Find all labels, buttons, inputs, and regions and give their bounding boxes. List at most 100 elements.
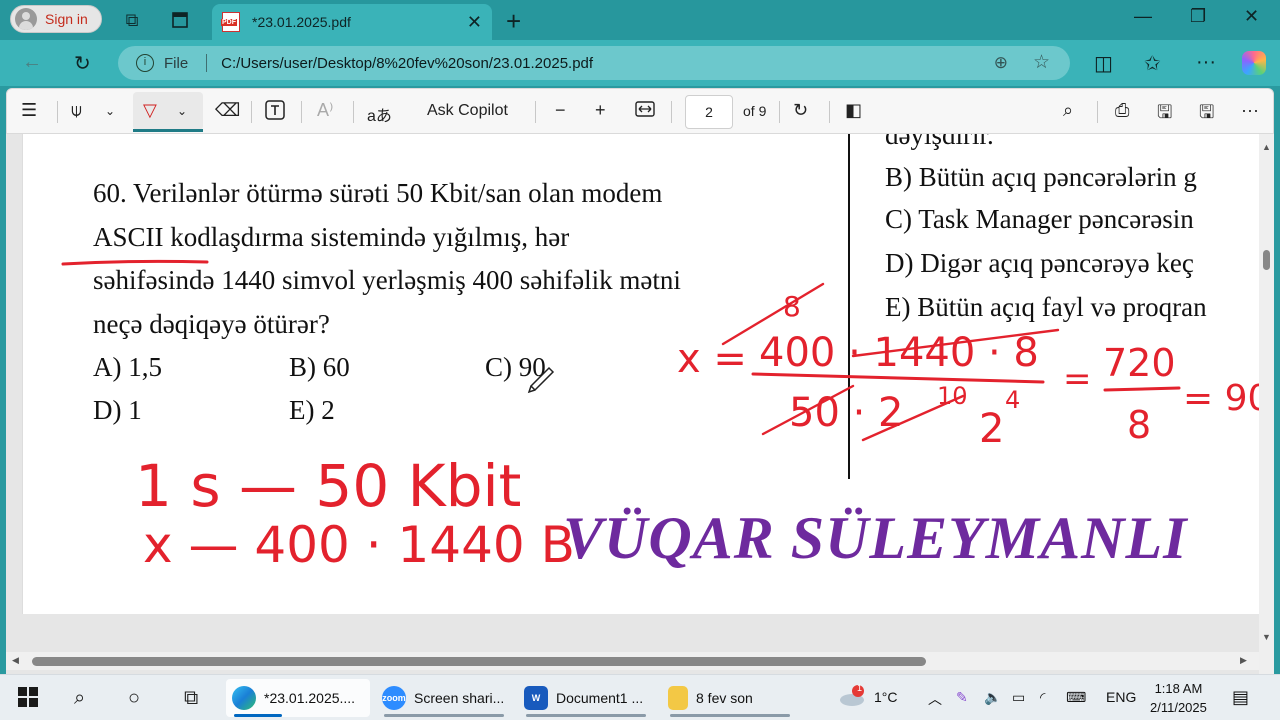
more-pdf-options-icon[interactable]: ···: [1241, 100, 1259, 121]
start-windows-icon[interactable]: [18, 687, 38, 713]
folder-icon: [668, 686, 688, 710]
url-text[interactable]: C:/Users/user/Desktop/8%20fev%20son/23.0…: [221, 55, 593, 72]
edge-icon: [232, 686, 256, 710]
taskbar-app-edge[interactable]: *23.01.2025....: [226, 679, 370, 717]
pdf-viewer[interactable]: 60. Verilənlər ötürmə sürəti 50 Kbit/san…: [6, 134, 1274, 674]
minimize-button[interactable]: —: [1134, 6, 1152, 27]
scroll-up-icon[interactable]: ▲: [1262, 142, 1271, 152]
split-screen-icon[interactable]: ◫: [1094, 51, 1113, 76]
battery-icon[interactable]: ▭: [1012, 689, 1025, 706]
volume-icon[interactable]: 🔈: [984, 689, 1001, 706]
running-indicator: [526, 714, 646, 717]
toolbar-divider: [251, 101, 252, 123]
fit-width-icon[interactable]: [635, 100, 655, 123]
active-indicator: [234, 714, 282, 717]
toolbar-divider: [57, 101, 58, 123]
scroll-right-icon[interactable]: ▶: [1240, 655, 1247, 666]
file-label: File: [164, 54, 189, 72]
contents-list-icon[interactable]: ☰: [21, 100, 37, 121]
scroll-left-icon[interactable]: ◀: [12, 655, 19, 666]
sign-in-label: Sign in: [45, 11, 88, 27]
print-icon[interactable]: ⎙: [1115, 100, 1129, 121]
tab-pdf[interactable]: *23.01.2025.pdf ✕: [212, 4, 492, 40]
zoom-icon: zoom: [382, 686, 406, 710]
clock[interactable]: 1:18 AM 2/11/2025: [1150, 679, 1207, 717]
page-view-icon[interactable]: ◧: [845, 100, 862, 121]
running-indicator: [670, 714, 790, 717]
ink-line-2: x — 400 · 1440 B: [143, 516, 575, 574]
clock-date: 2/11/2025: [1150, 700, 1207, 715]
ink-line-1: 1 s — 50 Kbit: [135, 452, 521, 520]
back-arrow-icon[interactable]: ←: [22, 51, 42, 74]
tray-chevron-icon[interactable]: ︿: [928, 689, 942, 709]
page-number-input[interactable]: 2: [685, 95, 733, 129]
eraser-icon[interactable]: ⌫: [215, 100, 240, 121]
cortana-icon[interactable]: ○: [128, 687, 140, 710]
favorite-star-icon[interactable]: ☆: [1033, 51, 1050, 74]
vertical-scrollbar[interactable]: ▲ ▼: [1259, 134, 1274, 674]
add-text-icon[interactable]: [265, 100, 285, 125]
vertical-scroll-thumb[interactable]: [1263, 250, 1270, 270]
pen-tray-icon[interactable]: ✎: [956, 689, 968, 706]
toolbar-divider: [779, 101, 780, 123]
new-tab-button[interactable]: +: [506, 6, 521, 37]
horizontal-scrollbar[interactable]: ◀ ▶: [6, 652, 1259, 670]
taskbar-app-folder[interactable]: 8 fev son: [662, 679, 792, 717]
ink-result-eq: = 90: [1183, 378, 1261, 419]
ink-equals: =: [1063, 359, 1092, 399]
keyboard-icon[interactable]: ⌨: [1066, 689, 1086, 706]
more-options-icon[interactable]: ···: [1196, 51, 1216, 74]
taskbar: ⌕ ○ ⧉ *23.01.2025.... zoom Screen shari.…: [0, 674, 1280, 720]
zoom-icon[interactable]: ⊕: [994, 53, 1008, 73]
weather-temp[interactable]: 1°C: [874, 689, 898, 705]
ask-copilot-button[interactable]: Ask Copilot: [427, 102, 508, 120]
close-window-button[interactable]: ✕: [1244, 6, 1259, 27]
network-icon[interactable]: ◜: [1040, 689, 1045, 706]
toolbar-divider: [535, 101, 536, 123]
search-taskbar-icon[interactable]: ⌕: [74, 687, 85, 710]
zoom-out-icon[interactable]: −: [555, 100, 566, 121]
title-bar: Sign in ⧉ *23.01.2025.pdf ✕ + — ❐ ✕: [0, 0, 1280, 40]
rotate-icon[interactable]: ↻: [793, 100, 808, 121]
toolbar-divider: [353, 101, 354, 123]
navigation-bar: ← ↻ i File C:/Users/user/Desktop/8%20fev…: [0, 40, 1280, 86]
taskbar-app-zoom[interactable]: zoom Screen shari...: [376, 679, 516, 717]
task-view-icon[interactable]: ⧉: [184, 687, 198, 710]
info-icon[interactable]: i: [136, 54, 154, 72]
taskbar-app-label: Screen shari...: [414, 690, 505, 706]
tab-actions-icon[interactable]: [168, 8, 192, 32]
refresh-icon[interactable]: ↻: [74, 51, 91, 76]
clock-time: 1:18 AM: [1154, 681, 1203, 696]
toolbar-divider: [1097, 101, 1098, 123]
pdf-toolbar: ☰ ⍦ ⌄ ▽ ⌄ ⌫ A⁾ aあ Ask Copilot − + 2 of 9…: [6, 88, 1274, 134]
read-aloud-icon[interactable]: A⁾: [317, 100, 333, 121]
copilot-icon[interactable]: [1242, 51, 1266, 75]
ink-x-equals: x =: [677, 336, 747, 382]
draw-dropdown-icon[interactable]: ⌄: [177, 104, 187, 118]
save-icon[interactable]: 🖫: [1157, 100, 1172, 130]
workspaces-icon[interactable]: ⧉: [120, 8, 144, 32]
toolbar-divider: [671, 101, 672, 123]
zoom-in-icon[interactable]: +: [595, 100, 606, 121]
notifications-icon[interactable]: ▤: [1232, 687, 1249, 708]
save-as-icon[interactable]: 🖫: [1199, 100, 1214, 130]
page-total-label: of 9: [743, 103, 767, 119]
taskbar-app-word[interactable]: W Document1 ...: [518, 679, 658, 717]
draw-pen-icon[interactable]: ▽: [143, 100, 157, 121]
sign-in-button[interactable]: Sign in: [10, 5, 102, 33]
language-indicator[interactable]: ENG: [1106, 689, 1136, 705]
search-icon[interactable]: ⌕: [1063, 100, 1073, 121]
horizontal-scroll-thumb[interactable]: [32, 657, 926, 666]
weather-badge: 1: [857, 683, 863, 693]
word-icon: W: [524, 686, 548, 710]
scroll-down-icon[interactable]: ▼: [1262, 632, 1271, 642]
favorites-icon[interactable]: ✩: [1144, 51, 1161, 76]
tab-title: *23.01.2025.pdf: [252, 14, 351, 30]
address-bar[interactable]: i File C:/Users/user/Desktop/8%20fev%20s…: [118, 46, 1070, 80]
highlight-dropdown-icon[interactable]: ⌄: [105, 104, 115, 118]
translate-icon[interactable]: aあ: [367, 102, 392, 126]
pdf-page: 60. Verilənlər ötürmə sürəti 50 Kbit/san…: [22, 134, 1261, 614]
highlight-icon[interactable]: ⍦: [71, 100, 82, 121]
tab-close-icon[interactable]: ✕: [467, 12, 482, 33]
restore-button[interactable]: ❐: [1190, 6, 1206, 27]
